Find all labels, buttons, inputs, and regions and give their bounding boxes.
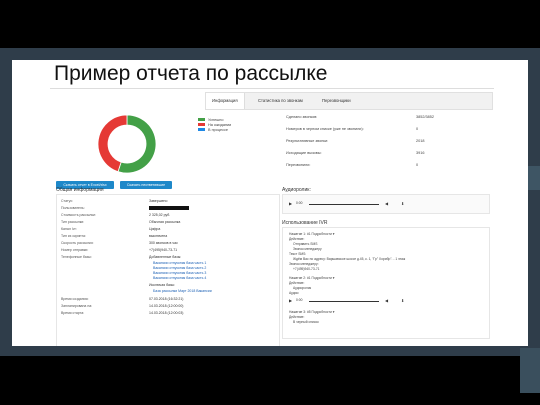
ivr-line: Действие: xyxy=(289,237,305,241)
play-icon[interactable]: ▶ xyxy=(289,201,292,206)
ivr-line: Действие: xyxy=(289,281,305,285)
audio-progress-track[interactable] xyxy=(309,203,379,205)
top-black-band xyxy=(0,0,540,48)
download-icon[interactable]: ⬇ xyxy=(401,201,404,206)
ivr-line: +7(495)940-73-71 xyxy=(293,267,320,271)
info-label: Время старта: xyxy=(61,311,85,315)
ivr-line: Действие: xyxy=(289,315,305,319)
tab-bar: Информация Статистика по звонкам Перезво… xyxy=(205,92,493,110)
slide: Пример отчета по рассылке Информация Ста… xyxy=(12,60,528,346)
stats-summary: Сделано звонков: 3852/3852 Номеров в черн… xyxy=(286,115,486,175)
info-value: Добавленные базы: xyxy=(149,255,182,259)
general-info-panel: Статус: Завершено Пользователь: Стоимост… xyxy=(56,194,280,346)
stat-row: Номеров в черном списке (уже не звонили)… xyxy=(286,127,486,139)
frame-accent-lower xyxy=(520,348,540,393)
tab-info[interactable]: Информация xyxy=(206,93,245,109)
stat-label: Результативные звонки: xyxy=(286,139,329,143)
stat-label: Перезвонили: xyxy=(286,163,311,167)
ivr-line: Текст SMS: xyxy=(289,252,307,256)
phone-base-link[interactable]: Вакансии отпускник база часть 1 xyxy=(153,261,206,265)
stat-row: Сделано звонков: 3852/3852 xyxy=(286,115,486,127)
info-label: Стоимость рассылки: xyxy=(61,213,96,217)
info-label: Номер отправки: xyxy=(61,248,89,252)
legend-label: В процессе xyxy=(208,127,229,132)
chart-legend: Успешно На ожидании В процессе xyxy=(198,117,231,132)
legend-label: На ожидании xyxy=(208,122,232,127)
legend-swatch xyxy=(198,122,205,127)
audio-time: 0:00 xyxy=(296,201,303,205)
phone-base-link[interactable]: Вакансии отпускник база часть 3 xyxy=(153,271,206,275)
ivr-audio-player: ▶ 0:00 ◀ ⬇ xyxy=(289,298,409,304)
volume-icon[interactable]: ◀ xyxy=(385,201,388,206)
status-donut-chart xyxy=(97,114,157,174)
stat-row: Исходящие вызовы: 3916 xyxy=(286,151,486,163)
info-label: Тип рассылки: xyxy=(61,220,85,224)
legend-swatch xyxy=(198,117,205,122)
tab-callbacks[interactable]: Перезвонщики xyxy=(316,93,357,109)
info-label: Запланирована на: xyxy=(61,304,93,308)
play-icon[interactable]: ▶ xyxy=(289,298,292,303)
info-label: Телефонные базы: xyxy=(61,255,92,259)
excluded-base-link[interactable]: База рассылки Март 2018 Вакансии xyxy=(153,289,212,293)
info-value: 300 звонков в час xyxy=(149,241,178,245)
stat-value: 0 xyxy=(416,163,419,167)
stat-value: 3916 xyxy=(416,151,425,155)
info-value: Обычная рассылка xyxy=(149,220,181,224)
slide-title: Пример отчета по рассылке xyxy=(54,62,328,85)
info-value: выключена xyxy=(149,234,168,238)
audio-title: Аудиоролик: xyxy=(282,187,311,193)
info-value: Цифра xyxy=(149,227,161,231)
stat-label: Номеров в черном списке (уже не звонили)… xyxy=(286,127,364,131)
ivr-title: Использование IVR xyxy=(282,220,328,226)
legend-item-in-progress: В процессе xyxy=(198,127,231,132)
redacted-user-bar xyxy=(149,206,189,210)
stat-value: 0 xyxy=(416,127,419,131)
tab-call-stats[interactable]: Статистика по звонкам xyxy=(252,93,309,109)
info-value: Завершено xyxy=(149,199,168,203)
info-value: +7(495)940-73-71 xyxy=(149,248,178,252)
info-value: 2 325,02 руб. xyxy=(149,213,171,217)
stat-label: Сделано звонков: xyxy=(286,115,318,119)
ivr-line: В черный список xyxy=(293,320,319,324)
audio-time: 0:00 xyxy=(296,298,303,302)
audio-player: ▶ 0:00 ◀ ⬇ xyxy=(289,201,409,207)
legend-label: Успешно xyxy=(208,117,224,122)
ivr-line: Звонок менеджеру xyxy=(293,247,322,251)
general-info-title: Общая информация xyxy=(56,187,104,193)
stat-value: 3852/3852 xyxy=(416,115,434,119)
ivr-line: Отправить SMS xyxy=(293,242,318,246)
stat-row: Результативные звонки: 2018 xyxy=(286,139,486,151)
report-screenshot: Информация Статистика по звонкам Перезво… xyxy=(50,88,494,346)
ivr-panel: Нажатие 1: #1 Подробности ▾ Действие: От… xyxy=(282,227,490,339)
ivr-press-3[interactable]: Нажатие 3: #5 Подробности ▾ xyxy=(289,310,334,314)
info-label: Скорость рассылки: xyxy=(61,241,94,245)
ivr-line: Аудиоролик xyxy=(293,286,312,290)
phone-base-link[interactable]: Вакансии отпускник база часть 2 xyxy=(153,266,206,270)
info-label: Статус: xyxy=(61,199,74,203)
info-value: 14.03.2018 (12:00:00) xyxy=(149,304,184,308)
legend-swatch xyxy=(198,127,205,132)
stat-row: Перезвонили: 0 xyxy=(286,163,486,175)
download-unanswered-button[interactable]: Скачать неответившие xyxy=(120,181,172,189)
stat-label: Исходящие вызовы: xyxy=(286,151,322,155)
phone-base-link[interactable]: Вакансии отпускник база часть 4 xyxy=(153,276,206,280)
ivr-line: Ждём Вас по адресу: Варшавское шоссе д.4… xyxy=(293,257,406,261)
info-label: Канал Ivr: xyxy=(61,227,77,231)
audio-player-panel: ▶ 0:00 ◀ ⬇ xyxy=(282,194,490,214)
audio-progress-track[interactable] xyxy=(309,300,379,302)
info-value: 14.03.2018 (12:00:03) xyxy=(149,311,184,315)
excluded-bases-label: Исключая базы: xyxy=(149,283,175,287)
volume-icon[interactable]: ◀ xyxy=(385,298,388,303)
stat-value: 2018 xyxy=(416,139,425,143)
info-label: Тип из скрипта: xyxy=(61,234,86,238)
ivr-line: Звонок менеджеру: xyxy=(289,262,319,266)
info-value: 07.03.2018 (16:32:21) xyxy=(149,297,184,301)
ivr-line: Аудио: xyxy=(289,291,300,295)
ivr-press-1[interactable]: Нажатие 1: #1 Подробности ▾ xyxy=(289,232,334,236)
info-label: Время создания: xyxy=(61,297,89,301)
info-label: Пользователь: xyxy=(61,206,85,210)
download-icon[interactable]: ⬇ xyxy=(401,298,404,303)
ivr-press-2[interactable]: Нажатие 2: #1 Подробности ▾ xyxy=(289,276,334,280)
